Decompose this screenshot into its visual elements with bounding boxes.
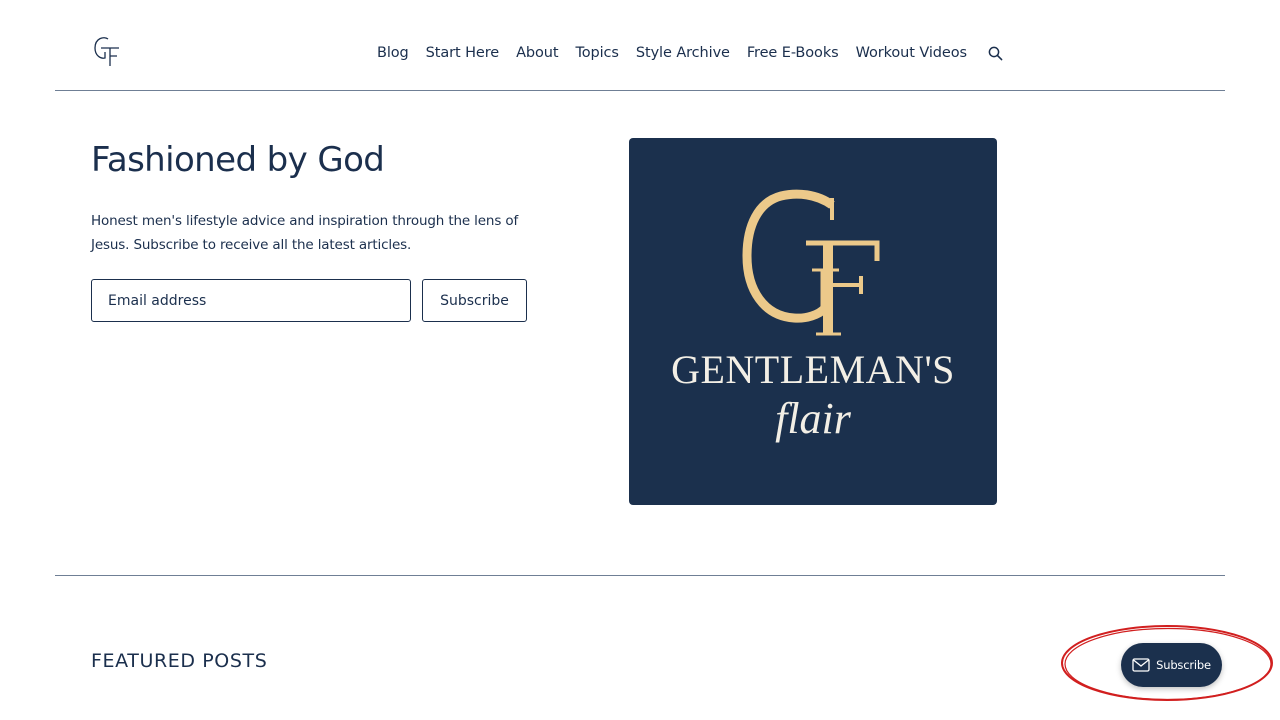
page: Blog Start Here About Topics Style Archi… — [0, 0, 1280, 720]
nav-blog[interactable]: Blog — [377, 45, 409, 61]
logo-wordmark-line2: flair — [775, 394, 852, 443]
site-header: Blog Start Here About Topics Style Archi… — [0, 0, 1280, 91]
main-nav: Blog Start Here About Topics Style Archi… — [377, 43, 1004, 63]
featured-posts-heading: FEATURED POSTS — [91, 650, 268, 672]
nav-topics[interactable]: Topics — [575, 45, 619, 61]
brand-logo-card: GENTLEMAN'S flair — [629, 138, 997, 505]
hero-title: Fashioned by God — [91, 140, 385, 180]
nav-start-here[interactable]: Start Here — [426, 45, 500, 61]
email-field[interactable] — [91, 279, 411, 322]
logo-wordmark-line1: GENTLEMAN'S — [671, 347, 955, 392]
subscribe-button[interactable]: Subscribe — [422, 279, 527, 322]
hero-description: Honest men's lifestyle advice and inspir… — [91, 213, 519, 253]
section-divider — [55, 575, 1225, 576]
nav-about[interactable]: About — [516, 45, 558, 61]
header-divider — [55, 90, 1225, 91]
nav-style-archive[interactable]: Style Archive — [636, 45, 730, 61]
nav-free-ebooks[interactable]: Free E-Books — [747, 45, 839, 61]
site-logo[interactable] — [92, 35, 122, 67]
nav-workout-videos[interactable]: Workout Videos — [856, 45, 967, 61]
search-icon[interactable] — [988, 45, 1004, 61]
floating-subscribe-label: Subscribe — [1156, 658, 1211, 672]
floating-subscribe-button[interactable]: Subscribe — [1121, 643, 1222, 687]
envelope-icon — [1132, 658, 1150, 672]
gf-monogram-icon — [94, 37, 119, 66]
gentlemans-flair-logo: GENTLEMAN'S flair — [671, 189, 955, 443]
